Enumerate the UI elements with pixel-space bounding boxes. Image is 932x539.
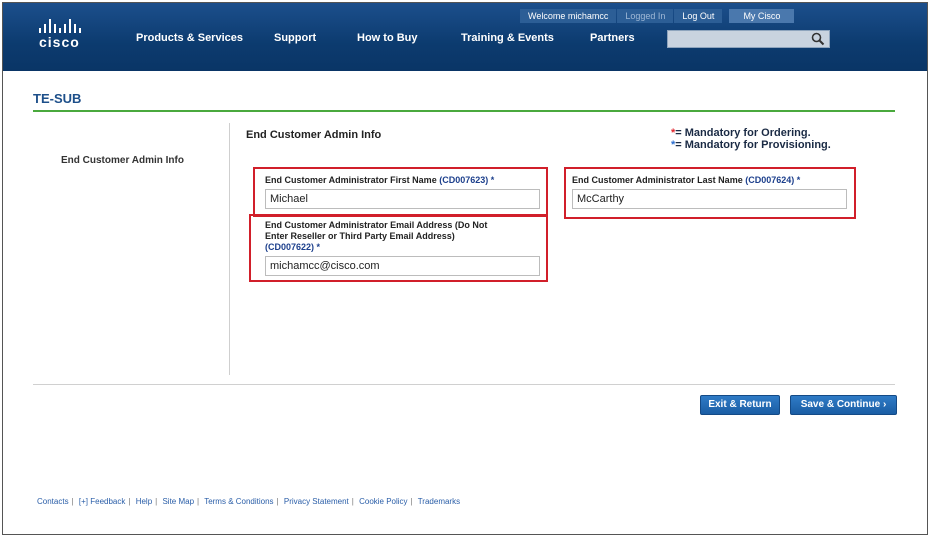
vertical-divider [229, 123, 230, 375]
footer-links: Contacts | [+] Feedback | Help | Site Map | … [37, 497, 461, 506]
browser-frame: cisco Welcome michamcc Logged In Log Out… [2, 2, 928, 535]
section-title: End Customer Admin Info [246, 129, 382, 141]
footer-trademarks[interactable]: Trademarks [418, 497, 460, 506]
nav-how-to-buy[interactable]: How to Buy [357, 32, 418, 44]
welcome-text: Welcome michamcc [520, 9, 617, 23]
title-divider [33, 110, 895, 112]
search-input[interactable] [668, 33, 816, 50]
form-bottom-divider [33, 384, 895, 385]
save-continue-button[interactable]: Save & Continue › [790, 395, 897, 415]
search-icon[interactable] [811, 32, 825, 46]
first-name-required-icon: * [490, 175, 495, 185]
cisco-logo-text: cisco [39, 34, 80, 50]
footer-contacts[interactable]: Contacts [37, 497, 69, 506]
footer-privacy[interactable]: Privacy Statement [284, 497, 349, 506]
exit-return-button[interactable]: Exit & Return [700, 395, 780, 415]
last-name-required-icon: * [796, 175, 801, 185]
last-name-code: (CD007624) [745, 175, 795, 185]
first-name-label: End Customer Administrator First Name (C… [265, 175, 494, 186]
sidebar-section-label: End Customer Admin Info [61, 155, 184, 166]
cisco-logo-bars-icon [39, 19, 81, 33]
email-required-icon: * [316, 242, 321, 252]
first-name-label-text: End Customer Administrator First Name [265, 175, 437, 185]
nav-training-events[interactable]: Training & Events [461, 32, 554, 44]
logged-in-status: Logged In [617, 9, 674, 23]
footer-feedback[interactable]: [+] Feedback [79, 497, 125, 506]
site-header: cisco Welcome michamcc Logged In Log Out… [3, 3, 927, 71]
last-name-input[interactable]: McCarthy [572, 189, 847, 209]
legend-provisioning: = Mandatory for Provisioning. [675, 139, 831, 151]
email-code: (CD007622) [265, 242, 315, 252]
page-title: TE-SUB [33, 91, 82, 106]
logout-link[interactable]: Log Out [674, 9, 723, 23]
footer-help[interactable]: Help [136, 497, 152, 506]
first-name-code: (CD007623) [439, 175, 489, 185]
nav-products-services[interactable]: Products & Services [136, 32, 243, 44]
last-name-label-text: End Customer Administrator Last Name [572, 175, 743, 185]
email-label-line2: Enter Reseller or Third Party Email Addr… [265, 231, 455, 241]
utility-bar: Welcome michamcc Logged In Log Out My Ci… [520, 9, 795, 23]
cisco-logo[interactable]: cisco [39, 19, 81, 50]
search-box [667, 30, 830, 50]
nav-support[interactable]: Support [274, 32, 316, 44]
nav-partners[interactable]: Partners [590, 32, 635, 44]
email-label-line1: End Customer Administrator Email Address… [265, 220, 488, 230]
mycisco-link[interactable]: My Cisco [729, 9, 795, 23]
footer-site-map[interactable]: Site Map [162, 497, 194, 506]
legend-ordering: = Mandatory for Ordering. [675, 127, 811, 139]
last-name-label: End Customer Administrator Last Name (CD… [572, 175, 800, 186]
footer-cookie[interactable]: Cookie Policy [359, 497, 407, 506]
email-input[interactable]: michamcc@cisco.com [265, 256, 540, 276]
email-label: End Customer Administrator Email Address… [265, 220, 535, 253]
footer-terms[interactable]: Terms & Conditions [204, 497, 273, 506]
first-name-input[interactable]: Michael [265, 189, 540, 209]
mandatory-legend: *= Mandatory for Ordering. *= Mandatory … [671, 127, 831, 151]
